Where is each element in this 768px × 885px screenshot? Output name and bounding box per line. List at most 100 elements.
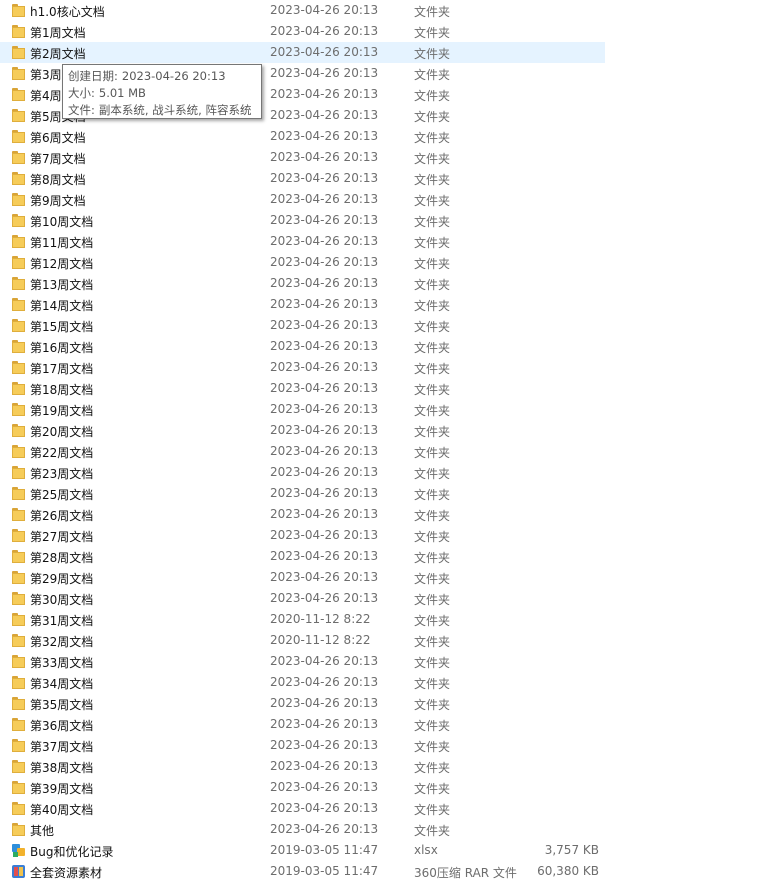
file-row[interactable]: 第34周文档 2023-04-26 20:13 文件夹 bbox=[0, 672, 605, 693]
file-row[interactable]: 第16周文档 2023-04-26 20:13 文件夹 bbox=[0, 336, 605, 357]
tooltip-files-line: 文件: 副本系统, 战斗系统, 阵容系统 bbox=[68, 102, 261, 119]
file-row[interactable]: 全套资源素材 2019-03-05 11:47 360压缩 RAR 文件 60,380… bbox=[0, 861, 605, 882]
file-type: 文件夹 bbox=[414, 68, 451, 82]
file-row[interactable]: 第9周文档 2023-04-26 20:13 文件夹 bbox=[0, 189, 605, 210]
file-type: 文件夹 bbox=[414, 656, 451, 670]
file-modified-date: 2023-04-26 20:13 bbox=[270, 822, 379, 836]
folder-icon bbox=[12, 823, 25, 836]
file-type: 文件夹 bbox=[414, 299, 451, 313]
file-row[interactable]: 第13周文档 2023-04-26 20:13 文件夹 bbox=[0, 273, 605, 294]
file-name: 第26周文档 bbox=[30, 509, 94, 523]
file-row[interactable]: 第30周文档 2023-04-26 20:13 文件夹 bbox=[0, 588, 605, 609]
file-modified-date: 2023-04-26 20:13 bbox=[270, 528, 379, 542]
file-modified-date: 2023-04-26 20:13 bbox=[270, 654, 379, 668]
folder-icon bbox=[12, 361, 25, 374]
folder-icon bbox=[12, 151, 25, 164]
file-type: 文件夹 bbox=[414, 425, 451, 439]
file-modified-date: 2023-04-26 20:13 bbox=[270, 675, 379, 689]
file-row[interactable]: 第26周文档 2023-04-26 20:13 文件夹 bbox=[0, 504, 605, 525]
file-row[interactable]: 第36周文档 2023-04-26 20:13 文件夹 bbox=[0, 714, 605, 735]
file-type: 文件夹 bbox=[414, 236, 451, 250]
file-row[interactable]: 第7周文档 2023-04-26 20:13 文件夹 bbox=[0, 147, 605, 168]
file-row[interactable]: 第22周文档 2023-04-26 20:13 文件夹 bbox=[0, 441, 605, 462]
folder-icon bbox=[12, 88, 25, 101]
file-row[interactable]: 第1周文档 2023-04-26 20:13 文件夹 bbox=[0, 21, 605, 42]
file-row[interactable]: 第39周文档 2023-04-26 20:13 文件夹 bbox=[0, 777, 605, 798]
file-row[interactable]: 第8周文档 2023-04-26 20:13 文件夹 bbox=[0, 168, 605, 189]
file-modified-date: 2023-04-26 20:13 bbox=[270, 108, 379, 122]
file-type: 360压缩 RAR 文件 bbox=[414, 866, 517, 880]
file-name: 第18周文档 bbox=[30, 383, 94, 397]
file-type: 文件夹 bbox=[414, 488, 451, 502]
file-row[interactable]: Bug和优化记录 2019-03-05 11:47 xlsx 3,757 KB bbox=[0, 840, 605, 861]
file-row[interactable]: 第37周文档 2023-04-26 20:13 文件夹 bbox=[0, 735, 605, 756]
file-name: 第19周文档 bbox=[30, 404, 94, 418]
file-row[interactable]: 第19周文档 2023-04-26 20:13 文件夹 bbox=[0, 399, 605, 420]
rar-archive-icon bbox=[12, 865, 25, 878]
file-name: 第39周文档 bbox=[30, 782, 94, 796]
file-type: 文件夹 bbox=[414, 509, 451, 523]
file-type: 文件夹 bbox=[414, 5, 451, 19]
file-name: 第1周文档 bbox=[30, 26, 86, 40]
file-name: 第35周文档 bbox=[30, 698, 94, 712]
file-modified-date: 2023-04-26 20:13 bbox=[270, 171, 379, 185]
file-row[interactable]: 第31周文档 2020-11-12 8:22 文件夹 bbox=[0, 609, 605, 630]
file-row[interactable]: 其他 2023-04-26 20:13 文件夹 bbox=[0, 819, 605, 840]
file-row[interactable]: 第35周文档 2023-04-26 20:13 文件夹 bbox=[0, 693, 605, 714]
file-modified-date: 2019-03-05 11:47 bbox=[270, 864, 379, 878]
file-type: 文件夹 bbox=[414, 26, 451, 40]
file-row[interactable]: 第33周文档 2023-04-26 20:13 文件夹 bbox=[0, 651, 605, 672]
file-size: 3,757 KB bbox=[544, 843, 599, 857]
file-name: 第37周文档 bbox=[30, 740, 94, 754]
file-name: 第23周文档 bbox=[30, 467, 94, 481]
file-row[interactable]: 第14周文档 2023-04-26 20:13 文件夹 bbox=[0, 294, 605, 315]
file-row[interactable]: h1.0核心文档 2023-04-26 20:13 文件夹 bbox=[0, 0, 605, 21]
file-row[interactable]: 第11周文档 2023-04-26 20:13 文件夹 bbox=[0, 231, 605, 252]
folder-icon bbox=[12, 739, 25, 752]
file-modified-date: 2023-04-26 20:13 bbox=[270, 255, 379, 269]
file-modified-date: 2019-03-05 11:47 bbox=[270, 843, 379, 857]
folder-icon bbox=[12, 235, 25, 248]
file-row[interactable]: 第40周文档 2023-04-26 20:13 文件夹 bbox=[0, 798, 605, 819]
file-row[interactable]: 第28周文档 2023-04-26 20:13 文件夹 bbox=[0, 546, 605, 567]
file-row[interactable]: 第20周文档 2023-04-26 20:13 文件夹 bbox=[0, 420, 605, 441]
folder-icon bbox=[12, 529, 25, 542]
file-name: 第36周文档 bbox=[30, 719, 94, 733]
file-modified-date: 2023-04-26 20:13 bbox=[270, 738, 379, 752]
tooltip-created-value: 2023-04-26 20:13 bbox=[121, 69, 226, 83]
file-row[interactable]: 第25周文档 2023-04-26 20:13 文件夹 bbox=[0, 483, 605, 504]
file-modified-date: 2023-04-26 20:13 bbox=[270, 129, 379, 143]
file-name: 第6周文档 bbox=[30, 131, 86, 145]
file-row[interactable]: 第15周文档 2023-04-26 20:13 文件夹 bbox=[0, 315, 605, 336]
file-type: 文件夹 bbox=[414, 404, 451, 418]
folder-icon bbox=[12, 67, 25, 80]
folder-icon bbox=[12, 256, 25, 269]
file-row[interactable]: 第2周文档 2023-04-26 20:13 文件夹 bbox=[0, 42, 605, 63]
file-modified-date: 2023-04-26 20:13 bbox=[270, 444, 379, 458]
file-modified-date: 2023-04-26 20:13 bbox=[270, 318, 379, 332]
file-row[interactable]: 第6周文档 2023-04-26 20:13 文件夹 bbox=[0, 126, 605, 147]
file-type: 文件夹 bbox=[414, 551, 451, 565]
file-row[interactable]: 第10周文档 2023-04-26 20:13 文件夹 bbox=[0, 210, 605, 231]
file-modified-date: 2023-04-26 20:13 bbox=[270, 87, 379, 101]
file-row[interactable]: 第17周文档 2023-04-26 20:13 文件夹 bbox=[0, 357, 605, 378]
tooltip-created-line: 创建日期: 2023-04-26 20:13 bbox=[68, 68, 261, 85]
file-modified-date: 2023-04-26 20:13 bbox=[270, 759, 379, 773]
file-type: 文件夹 bbox=[414, 47, 451, 61]
file-row[interactable]: 第12周文档 2023-04-26 20:13 文件夹 bbox=[0, 252, 605, 273]
file-row[interactable]: 第29周文档 2023-04-26 20:13 文件夹 bbox=[0, 567, 605, 588]
file-name: 第40周文档 bbox=[30, 803, 94, 817]
file-type: 文件夹 bbox=[414, 530, 451, 544]
file-modified-date: 2020-11-12 8:22 bbox=[270, 633, 371, 647]
folder-icon bbox=[12, 109, 25, 122]
file-row[interactable]: 第38周文档 2023-04-26 20:13 文件夹 bbox=[0, 756, 605, 777]
folder-icon bbox=[12, 634, 25, 647]
file-list: h1.0核心文档 2023-04-26 20:13 文件夹 第1周文档 2023-04-… bbox=[0, 0, 768, 882]
file-row[interactable]: 第23周文档 2023-04-26 20:13 文件夹 bbox=[0, 462, 605, 483]
file-name: 第33周文档 bbox=[30, 656, 94, 670]
file-row[interactable]: 第27周文档 2023-04-26 20:13 文件夹 bbox=[0, 525, 605, 546]
folder-icon bbox=[12, 4, 25, 17]
file-type: 文件夹 bbox=[414, 173, 451, 187]
file-row[interactable]: 第32周文档 2020-11-12 8:22 文件夹 bbox=[0, 630, 605, 651]
file-row[interactable]: 第18周文档 2023-04-26 20:13 文件夹 bbox=[0, 378, 605, 399]
